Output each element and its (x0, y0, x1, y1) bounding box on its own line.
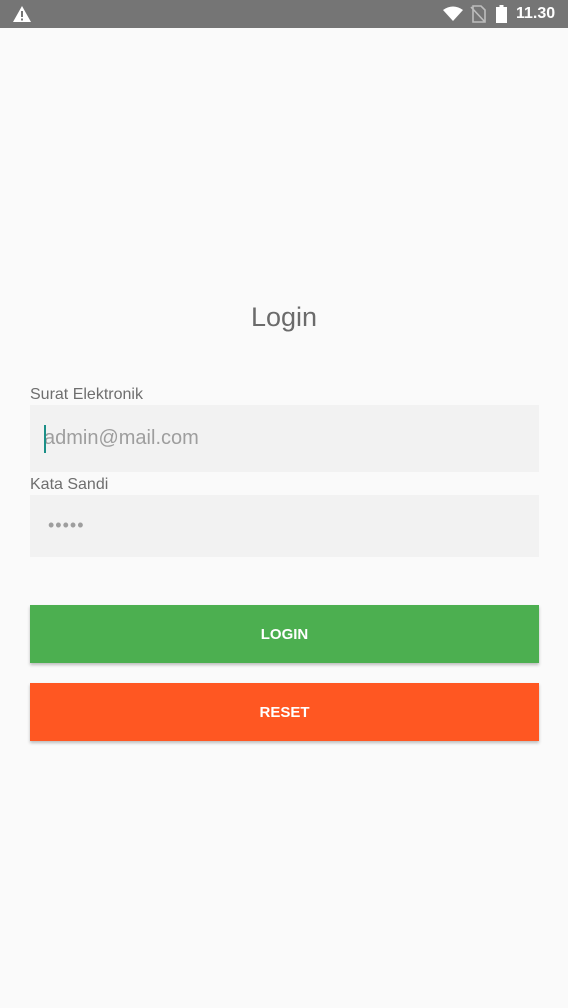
email-label: Surat Elektronik (30, 386, 143, 403)
password-masked-value: ••••• (48, 515, 85, 535)
password-label: Kata Sandi (30, 476, 109, 493)
battery-icon (496, 5, 507, 23)
email-field[interactable] (30, 405, 539, 472)
status-time: 11.30 (516, 5, 556, 22)
login-button[interactable]: LOGIN (30, 605, 539, 663)
page-title: Login (250, 302, 318, 332)
warning-icon (13, 6, 31, 22)
wifi-icon (443, 6, 463, 21)
status-bar: 11.30 (0, 0, 568, 28)
no-sim-icon (470, 5, 486, 23)
password-field[interactable]: ••••• (30, 495, 539, 557)
text-cursor (44, 425, 46, 453)
email-input[interactable] (30, 405, 539, 472)
reset-button[interactable]: RESET (30, 683, 539, 741)
